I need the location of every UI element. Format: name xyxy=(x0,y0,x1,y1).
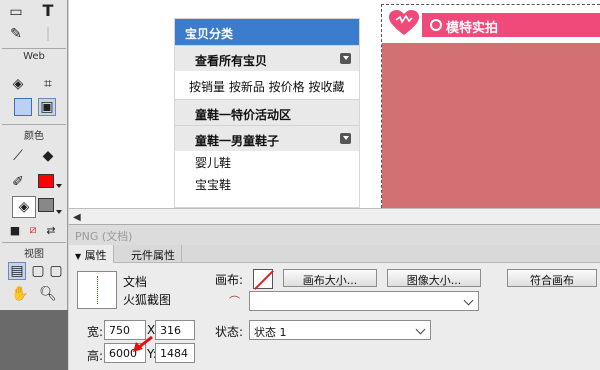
horizontal-scrollbar[interactable]: ◀ xyxy=(69,208,600,224)
scroll-left-icon[interactable]: ◀ xyxy=(73,212,81,223)
zoom-tool-icon[interactable]: 🔍︎ xyxy=(38,284,58,304)
tools-divider xyxy=(2,48,66,49)
hotspot-tool-icon[interactable]: ◈ xyxy=(8,74,28,94)
doc-type-label: 文档 xyxy=(123,275,148,289)
height-label: 高: xyxy=(87,349,104,363)
view-all-label: 查看所有宝贝 xyxy=(195,54,268,68)
canvas-color-swatch[interactable] xyxy=(253,269,273,289)
banner-title: 模特实拍 xyxy=(446,21,499,36)
matte-icon: ⌒ xyxy=(229,295,240,308)
category-sub-item: 宝宝鞋 xyxy=(195,178,232,192)
document-canvas[interactable]: 宝贝分类 查看所有宝贝 按销量 按新品 按价格 按收藏 童鞋一特价活动区 童鞋一… xyxy=(69,0,600,208)
no-color-icon[interactable]: ⧄ xyxy=(26,220,40,240)
chevron-down-icon xyxy=(415,324,426,335)
width-label: 宽: xyxy=(87,325,104,339)
image-size-button[interactable]: 图像大小... xyxy=(387,269,481,287)
view-section-label: 视图 xyxy=(24,249,44,260)
heart-logo-icon xyxy=(389,10,419,35)
circle-icon xyxy=(430,19,442,31)
state-label: 状态: xyxy=(215,325,244,339)
chevron-down-icon[interactable] xyxy=(56,210,62,214)
canvas-size-button[interactable]: 画布大小... xyxy=(283,269,377,287)
category-group: 童鞋一男童鞋子 xyxy=(175,125,359,151)
standard-screen-mode-icon[interactable]: ▤ xyxy=(8,262,26,280)
properties-tabs: ▼ 属性 元件属性 xyxy=(69,245,600,263)
category-group-label: 童鞋一男童鞋子 xyxy=(195,134,280,148)
state-value: 状态 1 xyxy=(254,326,287,339)
banner: 模特实拍 xyxy=(382,5,600,39)
show-slices-icon[interactable]: ▣ xyxy=(38,98,56,116)
tools-panel: ▭ T ✎ ∣ Web ◈ ⌗ ▣ 颜色 ⟋ ◆ ✐ ◈ ■ ⧄ ⇄ 视图 ▤ … xyxy=(0,0,68,310)
model-photo-section: 模特实拍 xyxy=(381,4,600,208)
paint-bucket-icon[interactable]: ◆ xyxy=(38,146,58,166)
pencil-stroke-icon[interactable]: ✐ xyxy=(8,172,28,192)
tab-symbol-properties[interactable]: 元件属性 xyxy=(125,245,182,263)
hand-tool-icon[interactable]: ✋ xyxy=(10,284,30,304)
tab-label: 属性 xyxy=(84,249,107,262)
collapse-icon xyxy=(340,53,351,64)
doc-name-label: 火狐截图 xyxy=(123,293,172,307)
canvas-label: 画布: xyxy=(215,273,244,287)
slice-tool-icon[interactable]: ⌗ xyxy=(38,74,58,94)
matte-select[interactable] xyxy=(249,291,479,311)
text-tool-icon[interactable]: T xyxy=(38,0,58,20)
banner-title-bar: 模特实拍 xyxy=(422,13,600,37)
panel-title: PNG (文档) xyxy=(69,225,600,245)
y-field[interactable]: 1484 xyxy=(155,343,195,363)
fill-color-swatch[interactable] xyxy=(38,198,54,212)
web-section-label: Web xyxy=(23,51,45,62)
default-colors-icon[interactable]: ■ xyxy=(8,220,22,240)
full-screen-menu-mode-icon[interactable]: ▢ xyxy=(30,262,46,280)
category-sub-item: 婴儿鞋 xyxy=(195,156,232,170)
tab-properties[interactable]: ▼ 属性 xyxy=(69,245,114,263)
sort-links: 按销量 按新品 按价格 按收藏 xyxy=(189,80,345,94)
tools-divider xyxy=(2,242,66,243)
chevron-down-icon: ▼ xyxy=(75,252,82,261)
x-field[interactable]: 316 xyxy=(155,320,195,340)
product-photo xyxy=(382,43,600,208)
pen-tool-icon[interactable]: ✎ xyxy=(6,24,26,44)
state-select[interactable]: 状态 1 xyxy=(249,320,431,340)
category-header: 宝贝分类 xyxy=(175,19,359,45)
fit-canvas-button[interactable]: 符合画布 xyxy=(507,269,597,287)
eyedropper-tool-icon[interactable]: ⟋ xyxy=(8,146,28,166)
collapse-icon xyxy=(340,133,351,144)
stroke-color-swatch[interactable] xyxy=(38,174,54,188)
chevron-down-icon[interactable] xyxy=(56,184,62,188)
chevron-down-icon xyxy=(463,295,474,306)
rectangle-tool-icon[interactable]: ▭ xyxy=(6,2,26,22)
red-arrow-icon xyxy=(133,336,153,352)
panel-background xyxy=(0,310,68,370)
category-sidebar: 宝贝分类 查看所有宝贝 按销量 按新品 按价格 按收藏 童鞋一特价活动区 童鞋一… xyxy=(174,18,360,208)
category-group: 童鞋一特价活动区 xyxy=(175,99,359,125)
hide-slices-icon[interactable] xyxy=(14,98,32,116)
view-all-items: 查看所有宝贝 xyxy=(175,45,359,71)
swap-colors-icon[interactable]: ⇄ xyxy=(44,220,58,240)
color-section-label: 颜色 xyxy=(24,131,44,142)
tools-divider xyxy=(2,124,66,125)
full-screen-mode-icon[interactable]: ▢ xyxy=(48,262,64,280)
fill-bucket-icon[interactable]: ◈ xyxy=(12,196,36,218)
document-thumbnail xyxy=(77,271,117,309)
line-tool-icon[interactable]: ∣ xyxy=(38,24,58,44)
